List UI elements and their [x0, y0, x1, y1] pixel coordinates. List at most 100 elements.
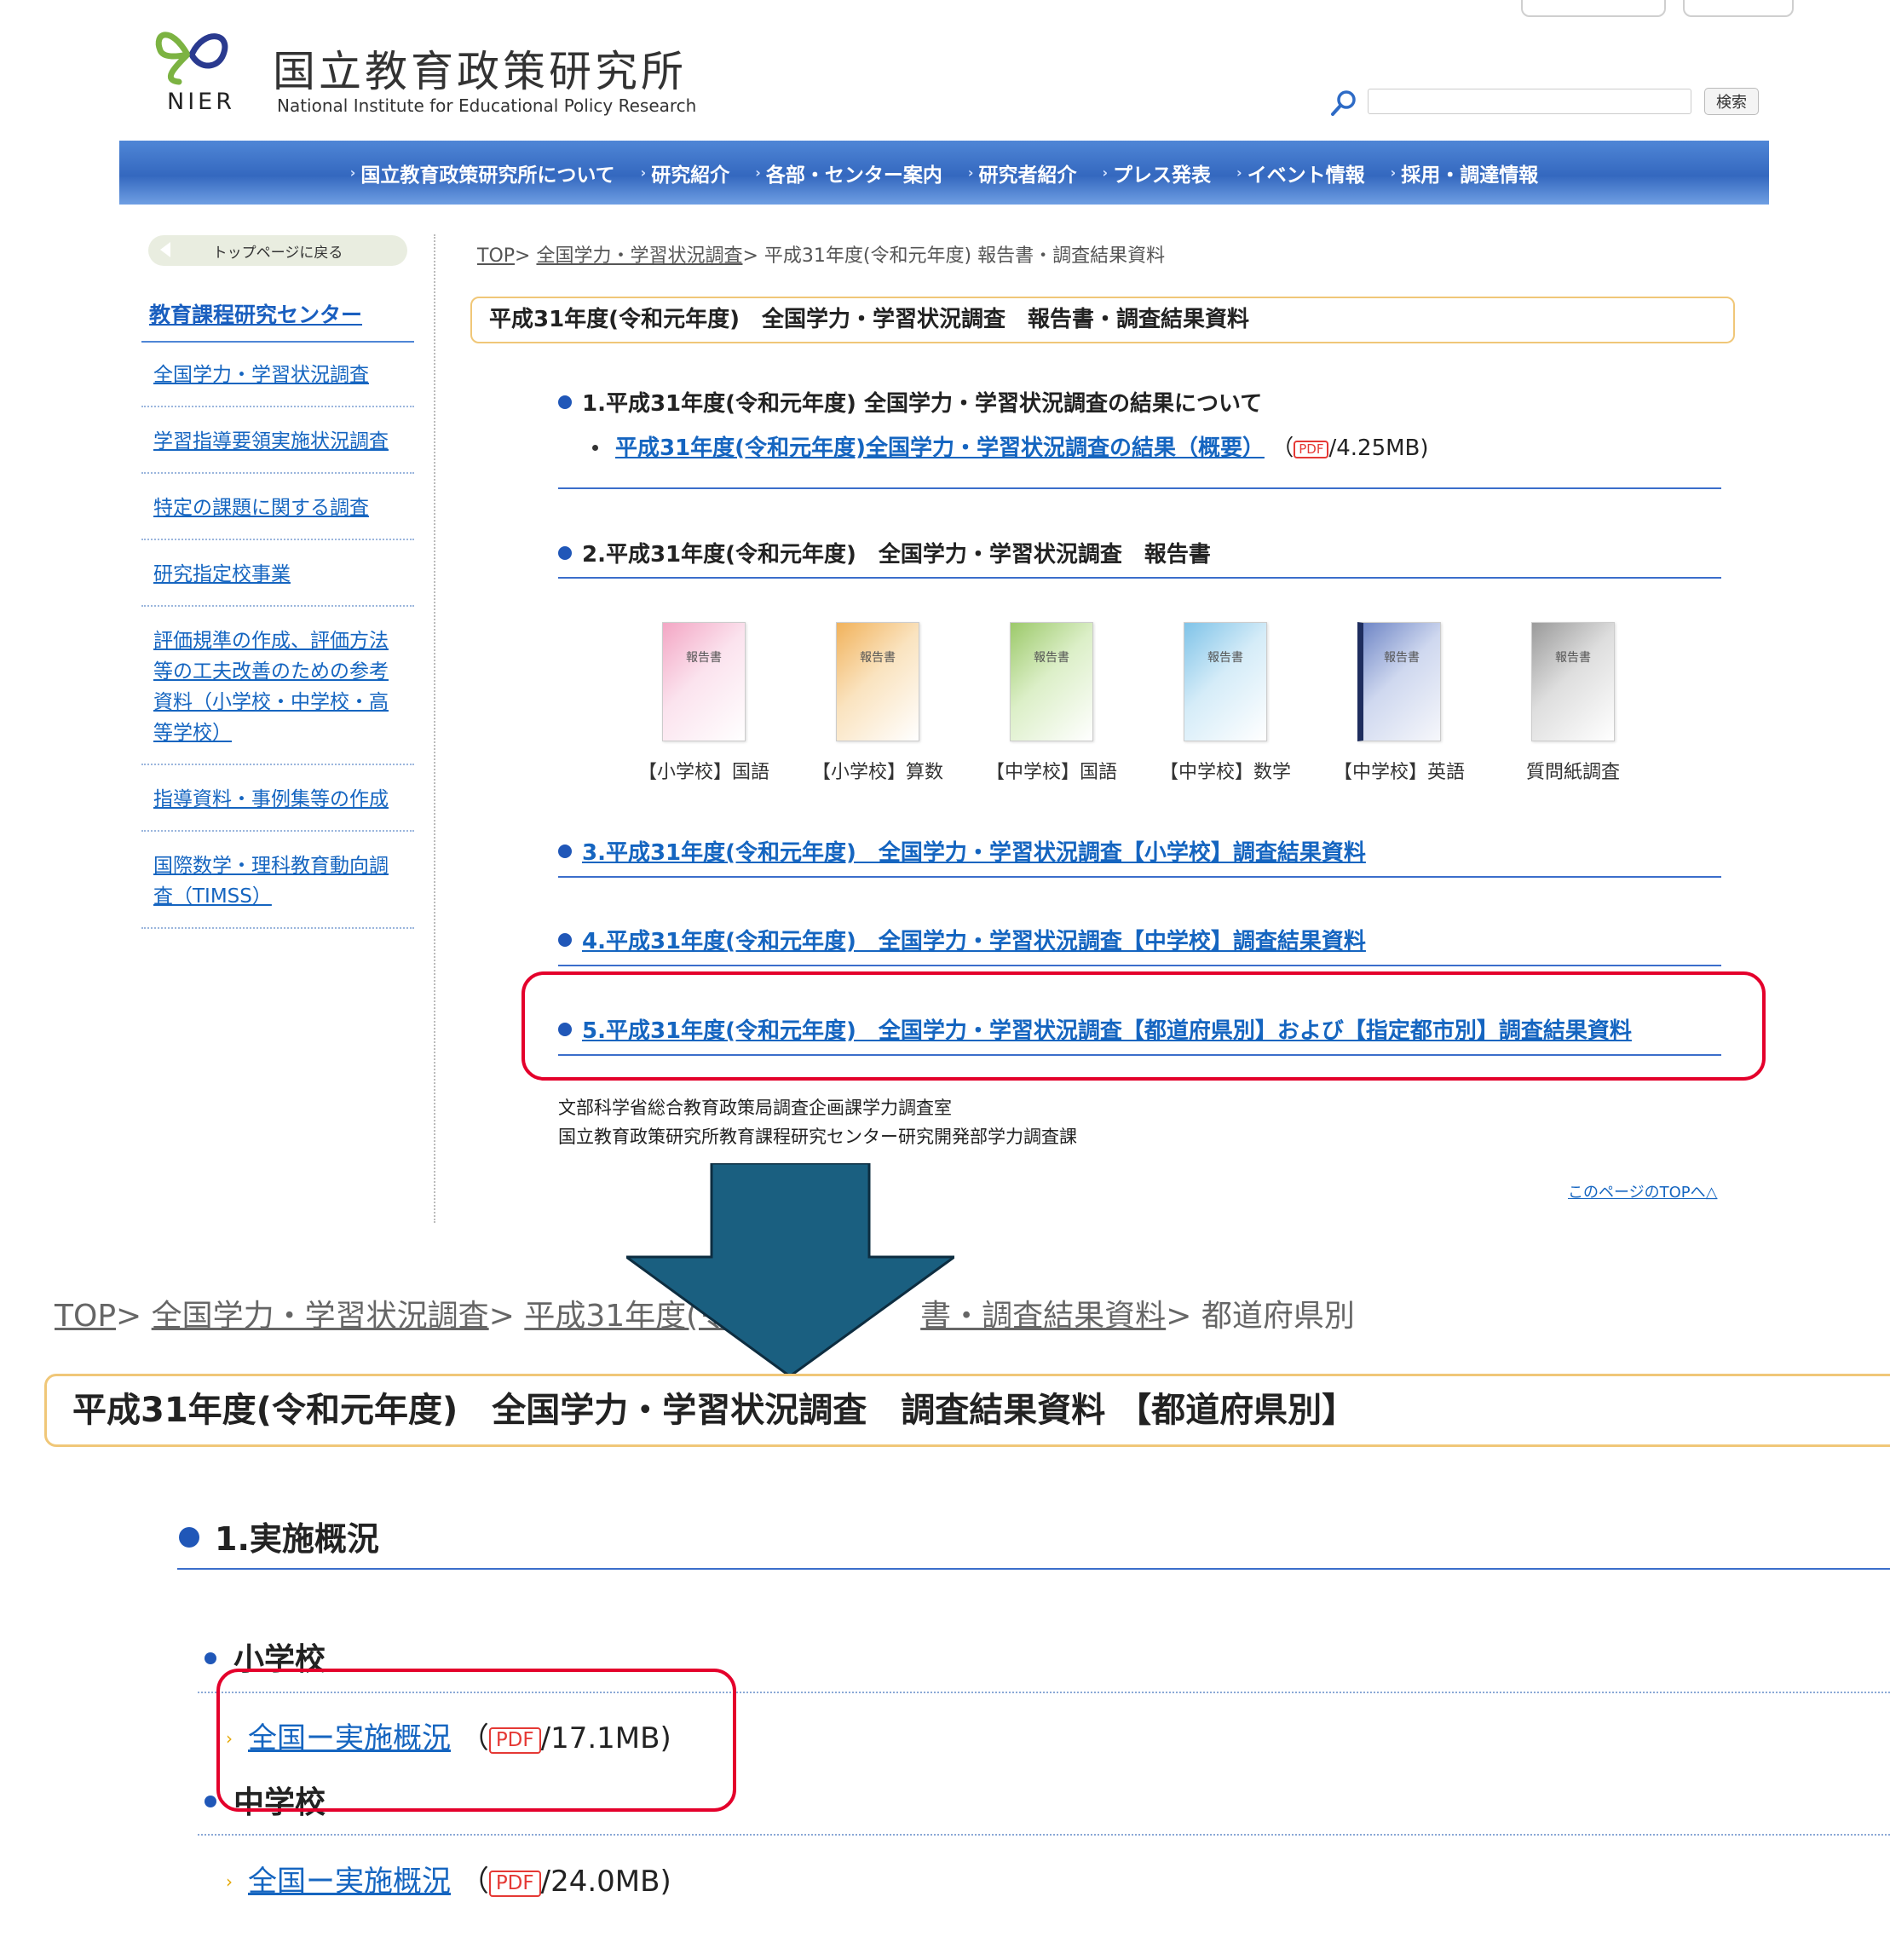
sidebar-menu: 全国学力・学習状況調査 学習指導要領実施状況調査 特定の課題に関する調査 研究指… — [141, 341, 414, 929]
section-4-heading: 4.平成31年度(令和元年度) 全国学力・学習状況調査【中学校】調査結果資料 — [558, 924, 1366, 955]
breadcrumb-current: 平成31年度(令和元年度) 報告書・調査結果資料 — [763, 245, 1166, 267]
report-caption: 【小学校】国語 — [637, 762, 769, 783]
report-caption: 【中学校】数学 — [1159, 762, 1291, 783]
chevron-right-icon: › — [640, 164, 647, 181]
site-name-english: National Institute for Educational Polic… — [277, 95, 697, 116]
bullet-icon — [558, 933, 572, 947]
report-cover-image[interactable]: 報告書 — [662, 622, 746, 741]
report-item: 報告書 【小学校】算数 — [810, 622, 946, 784]
report-caption: 【中学校】英語 — [1333, 762, 1465, 783]
nav-item-events[interactable]: › イベント情報 — [1236, 159, 1365, 187]
junior-high-overview-link[interactable]: 全国ー実施概況 — [248, 1865, 451, 1899]
search-icon — [1331, 90, 1356, 116]
search-input[interactable] — [1368, 89, 1691, 114]
search-button[interactable]: 検索 — [1704, 88, 1759, 115]
page-title-zoomed: 平成31年度(令和元年度) 全国学力・学習状況調査 調査結果資料 【都道府県別】 — [44, 1374, 1890, 1447]
sidebar-link-curriculum-survey[interactable]: 学習指導要領実施状況調査 — [153, 430, 389, 453]
section-rule — [558, 965, 1721, 966]
report-item: 報告書 【中学校】数学 — [1157, 622, 1294, 784]
highlight-box — [216, 1669, 736, 1812]
sidebar-item: 評価規準の作成、評価方法等の工夫改善のための参考資料（小学校・中学校・高等学校） — [141, 607, 414, 765]
section-rule — [558, 876, 1721, 878]
file-size: /24.0MB) — [540, 1865, 671, 1899]
sidebar-title[interactable]: 教育課程研究センター — [149, 298, 362, 329]
report-cover-image[interactable]: 報告書 — [1184, 622, 1267, 741]
dotted-divider — [198, 1834, 1890, 1836]
bullet-icon — [205, 1796, 216, 1807]
sidebar-link-timss[interactable]: 国際数学・理科教育動向調査（TIMSS） — [153, 855, 389, 908]
sidebar-link-designated-schools[interactable]: 研究指定校事業 — [153, 563, 291, 585]
section-rule — [177, 1568, 1890, 1570]
report-item: 報告書 【中学校】国語 — [983, 622, 1120, 784]
chevron-right-icon: › — [1390, 164, 1397, 181]
breadcrumb-survey-link[interactable]: 全国学力・学習状況調査 — [152, 1299, 489, 1334]
implementation-overview-heading: 1.実施概況 — [179, 1513, 379, 1559]
sidebar-item: 国際数学・理科教育動向調査（TIMSS） — [141, 832, 414, 929]
nav-item-press[interactable]: › プレス発表 — [1102, 159, 1211, 187]
nav-item-recruit[interactable]: › 採用・調達情報 — [1391, 159, 1539, 187]
report-cover-image[interactable]: 報告書 — [1357, 622, 1441, 741]
report-cover-image[interactable]: 報告書 — [836, 622, 919, 741]
section-3-heading: 3.平成31年度(令和元年度) 全国学力・学習状況調査【小学校】調査結果資料 — [558, 835, 1366, 867]
sidebar-item: 学習指導要領実施状況調査 — [141, 407, 414, 474]
junior-high-link-row: › 全国ー実施概況 （PDF/24.0MB) — [226, 1865, 671, 1899]
bullet-icon — [558, 546, 572, 560]
report-item: 報告書 【小学校】国語 — [636, 622, 772, 784]
site-header: NIER 国立教育政策研究所 National Institute for Ed… — [119, 0, 1794, 141]
global-nav: › 国立教育政策研究所について › 研究紹介 › 各部・センター案内 › 研究者紹介 ›… — [119, 141, 1769, 205]
sidebar-item: 特定の課題に関する調査 — [141, 474, 414, 540]
bullet-icon — [179, 1527, 199, 1548]
report-caption: 【中学校】国語 — [985, 762, 1117, 783]
sidebar-link-evaluation-reference[interactable]: 評価規準の作成、評価方法等の工夫改善のための参考資料（小学校・中学校・高等学校） — [153, 630, 389, 744]
report-item: 報告書 【中学校】英語 — [1331, 622, 1467, 784]
breadcrumb-survey-link[interactable]: 全国学力・学習状況調査 — [536, 245, 742, 267]
bullet-icon — [592, 445, 598, 451]
chevron-right-icon: › — [1236, 164, 1242, 181]
section-1-heading: 1.平成31年度(令和元年度) 全国学力・学習状況調査の結果について — [558, 386, 1262, 418]
header-utility-button-1[interactable] — [1521, 0, 1666, 17]
results-overview-link[interactable]: 平成31年度(令和元年度)全国学力・学習状況調査の結果（概要） — [615, 435, 1265, 461]
site-name-japanese[interactable]: 国立教育政策研究所 — [273, 37, 687, 99]
back-to-top-page-button[interactable]: トップページに戻る — [148, 235, 407, 266]
elementary-results-link[interactable]: 3.平成31年度(令和元年度) 全国学力・学習状況調査【小学校】調査結果資料 — [582, 840, 1366, 866]
breadcrumb-top-link[interactable]: TOP — [55, 1299, 116, 1334]
bullet-icon — [205, 1652, 216, 1664]
chevron-right-icon: › — [226, 1871, 233, 1892]
report-caption: 【小学校】算数 — [811, 762, 943, 783]
report-item: 報告書 質問紙調査 — [1505, 622, 1641, 784]
page-top-link[interactable]: このページのTOPへ△ — [1568, 1180, 1718, 1202]
bullet-icon — [558, 395, 572, 409]
report-cover-image[interactable]: 報告書 — [1010, 622, 1093, 741]
report-cover-image[interactable]: 報告書 — [1531, 622, 1615, 741]
sidebar-link-teaching-materials[interactable]: 指導資料・事例集等の作成 — [153, 788, 389, 810]
sidebar-link-national-survey[interactable]: 全国学力・学習状況調査 — [153, 364, 369, 386]
chevron-right-icon: › — [755, 164, 761, 181]
breadcrumb-current: 都道府県別 — [1201, 1299, 1355, 1334]
chevron-right-icon: › — [349, 164, 356, 181]
report-caption: 質問紙調査 — [1525, 762, 1620, 783]
junior-high-results-link[interactable]: 4.平成31年度(令和元年度) 全国学力・学習状況調査【中学校】調査結果資料 — [582, 929, 1366, 954]
chevron-right-icon: › — [1102, 164, 1109, 181]
sidebar-item: 指導資料・事例集等の作成 — [141, 765, 414, 832]
sidebar-link-specific-issues[interactable]: 特定の課題に関する調査 — [153, 497, 369, 519]
breadcrumb-top-link[interactable]: TOP — [477, 245, 515, 267]
section-rule — [558, 577, 1721, 579]
nav-item-about[interactable]: › 国立教育政策研究所について — [350, 159, 615, 187]
header-utility-button-2[interactable] — [1683, 0, 1794, 17]
section-rule — [558, 487, 1721, 489]
nav-item-researchers[interactable]: › 研究者紹介 — [968, 159, 1077, 187]
sidebar-divider — [434, 234, 435, 1223]
bullet-icon — [558, 845, 572, 858]
nav-item-research[interactable]: › 研究紹介 — [641, 159, 730, 187]
page-title: 平成31年度(令和元年度) 全国学力・学習状況調査 報告書・調査結果資料 — [470, 297, 1735, 343]
nier-logo-icon[interactable] — [153, 20, 230, 89]
pdf-icon: PDF — [1294, 441, 1329, 458]
section-1-item: 平成31年度(令和元年度)全国学力・学習状況調査の結果（概要） （PDF/4.2… — [592, 430, 1429, 462]
sidebar-item: 研究指定校事業 — [141, 540, 414, 607]
section-2-heading: 2.平成31年度(令和元年度) 全国学力・学習状況調査 報告書 — [558, 537, 1211, 568]
logo-text: NIER — [167, 89, 235, 115]
nav-item-departments[interactable]: › 各部・センター案内 — [755, 159, 942, 187]
chevron-right-icon: › — [967, 164, 974, 181]
highlight-box — [521, 971, 1766, 1081]
pdf-icon: PDF — [488, 1871, 541, 1897]
